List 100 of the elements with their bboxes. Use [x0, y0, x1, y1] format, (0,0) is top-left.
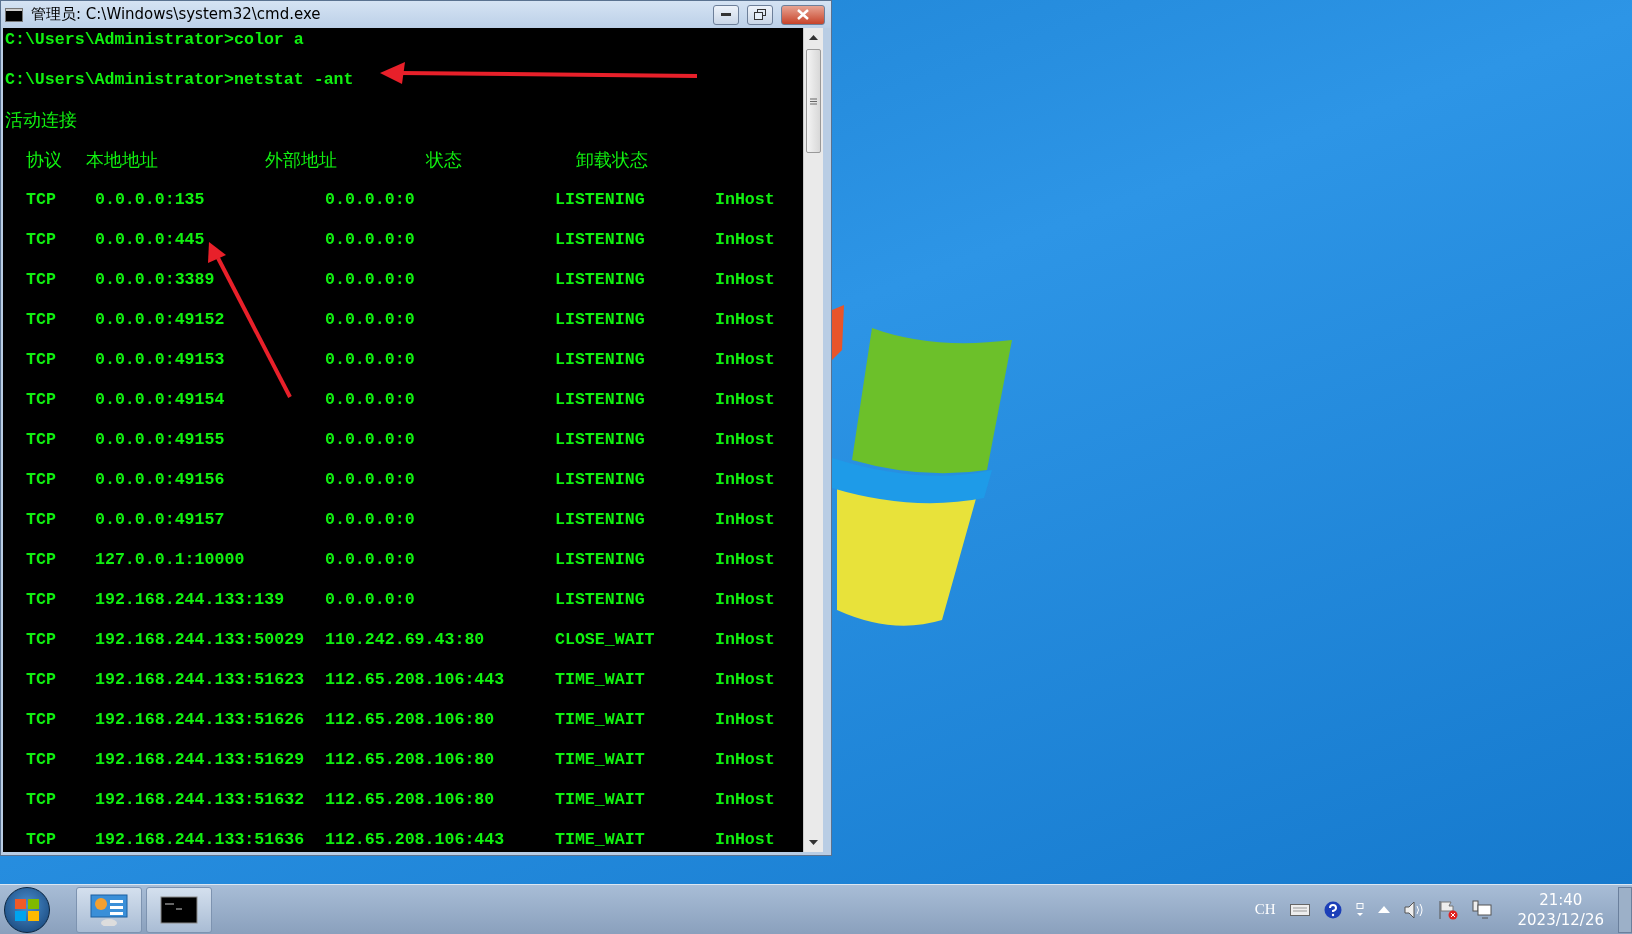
protocol-text: TCP — [26, 230, 57, 250]
state-text: LISTENING — [555, 390, 646, 410]
scroll-up-icon[interactable] — [809, 35, 818, 40]
state-text: LISTENING — [555, 470, 646, 490]
protocol-text: TCP — [26, 790, 57, 810]
local-address-text: 192.168.244.133:51636 — [95, 830, 306, 850]
local-address-text: 0.0.0.0:49154 — [95, 390, 226, 410]
column-header: 外部地址 — [265, 150, 338, 170]
local-address-text: 0.0.0.0:135 — [95, 190, 206, 210]
offload-state-text: InHost — [715, 590, 776, 610]
foreign-address-text: 0.0.0.0:0 — [325, 550, 416, 570]
column-header: 状态 — [426, 150, 463, 170]
offload-state-text: InHost — [715, 830, 776, 850]
restore-button[interactable] — [747, 4, 773, 25]
local-address-text: 0.0.0.0:49153 — [95, 350, 226, 370]
local-address-text: 192.168.244.133:51626 — [95, 710, 306, 730]
foreign-address-text: 0.0.0.0:0 — [325, 470, 416, 490]
offload-state-text: InHost — [715, 390, 776, 410]
console-icon — [160, 895, 198, 924]
state-text: LISTENING — [555, 430, 646, 450]
foreign-address-text: 0.0.0.0:0 — [325, 190, 416, 210]
foreign-address-text: 0.0.0.0:0 — [325, 270, 416, 290]
protocol-text: TCP — [26, 630, 57, 650]
minimize-button[interactable] — [713, 4, 739, 25]
offload-state-text: InHost — [715, 230, 776, 250]
local-address-text: 192.168.244.133:51632 — [95, 790, 306, 810]
window-title: 管理员: C:\Windows\system32\cmd.exe — [31, 5, 322, 24]
state-text: LISTENING — [555, 590, 646, 610]
taskbar-app-button[interactable] — [146, 886, 212, 933]
protocol-text: TCP — [26, 350, 57, 370]
scrollbar[interactable] — [803, 28, 823, 852]
offload-state-text: InHost — [715, 310, 776, 330]
state-text: LISTENING — [555, 310, 646, 330]
state-text: LISTENING — [555, 510, 646, 530]
command-line: C:\Users\Administrator>color a — [5, 30, 304, 50]
state-text: TIME_WAIT — [555, 790, 646, 810]
offload-state-text: InHost — [715, 350, 776, 370]
clock-time[interactable]: 21:40 — [1539, 889, 1583, 910]
protocol-text: TCP — [26, 310, 57, 330]
speaker-icon[interactable] — [1403, 900, 1424, 919]
state-text: LISTENING — [555, 270, 646, 290]
local-address-text: 0.0.0.0:49156 — [95, 470, 226, 490]
offload-state-text: InHost — [715, 270, 776, 290]
state-text: TIME_WAIT — [555, 750, 646, 770]
close-button[interactable] — [781, 4, 825, 25]
protocol-text: TCP — [26, 470, 57, 490]
scroll-down-icon[interactable] — [809, 840, 818, 845]
foreign-address-text: 0.0.0.0:0 — [325, 230, 416, 250]
column-header: 本地地址 — [86, 150, 159, 170]
foreign-address-text: 0.0.0.0:0 — [325, 390, 416, 410]
scrollbar-thumb[interactable] — [806, 49, 821, 153]
protocol-text: TCP — [26, 270, 57, 290]
local-address-text: 0.0.0.0:49152 — [95, 310, 226, 330]
offload-state-text: InHost — [715, 710, 776, 730]
foreign-address-text: 0.0.0.0:0 — [325, 350, 416, 370]
state-text: TIME_WAIT — [555, 710, 646, 730]
language-indicator[interactable]: CH — [1254, 901, 1276, 918]
protocol-text: TCP — [26, 510, 57, 530]
state-text: LISTENING — [555, 230, 646, 250]
flag-error-icon[interactable] — [1437, 899, 1458, 920]
local-address-text: 192.168.244.133:51623 — [95, 670, 306, 690]
local-address-text: 192.168.244.133:50029 — [95, 630, 306, 650]
local-address-text: 0.0.0.0:3389 — [95, 270, 216, 290]
network-icon[interactable] — [1471, 899, 1492, 920]
protocol-text: TCP — [26, 190, 57, 210]
protocol-text: TCP — [26, 830, 57, 850]
foreign-address-text: 0.0.0.0:0 — [325, 590, 416, 610]
foreign-address-text: 112.65.208.106:443 — [325, 670, 506, 690]
local-address-text: 0.0.0.0:445 — [95, 230, 206, 250]
local-address-text: 192.168.244.133:139 — [95, 590, 286, 610]
start-button[interactable] — [4, 886, 50, 933]
foreign-address-text: 0.0.0.0:0 — [325, 310, 416, 330]
close-icon — [797, 9, 809, 20]
offload-state-text: InHost — [715, 190, 776, 210]
state-text: LISTENING — [555, 190, 646, 210]
offload-state-text: InHost — [715, 630, 776, 650]
protocol-text: TCP — [26, 710, 57, 730]
foreign-address-text: 112.65.208.106:80 — [325, 710, 496, 730]
foreign-address-text: 112.65.208.106:443 — [325, 830, 506, 850]
minimize-icon — [721, 12, 731, 17]
column-header: 卸载状态 — [576, 150, 649, 170]
state-text: LISTENING — [555, 550, 646, 570]
local-address-text: 192.168.244.133:51629 — [95, 750, 306, 770]
offload-state-text: InHost — [715, 510, 776, 530]
offload-state-text: InHost — [715, 550, 776, 570]
local-address-text: 0.0.0.0:49155 — [95, 430, 226, 450]
restore-icon — [754, 9, 766, 20]
protocol-text: TCP — [26, 670, 57, 690]
four-pane-flag-icon — [15, 898, 39, 921]
control-panel-icon — [90, 893, 128, 926]
offload-state-text: InHost — [715, 470, 776, 490]
offload-state-text: InHost — [715, 430, 776, 450]
clock-date[interactable]: 2023/12/26 — [1517, 909, 1604, 930]
section-title: 活动连接 — [5, 110, 78, 130]
local-address-text: 0.0.0.0:49157 — [95, 510, 226, 530]
local-address-text: 127.0.0.1:10000 — [95, 550, 246, 570]
state-text: TIME_WAIT — [555, 670, 646, 690]
help-icon[interactable] — [1323, 900, 1342, 919]
state-text: LISTENING — [555, 350, 646, 370]
keyboard-icon[interactable] — [1289, 903, 1310, 916]
